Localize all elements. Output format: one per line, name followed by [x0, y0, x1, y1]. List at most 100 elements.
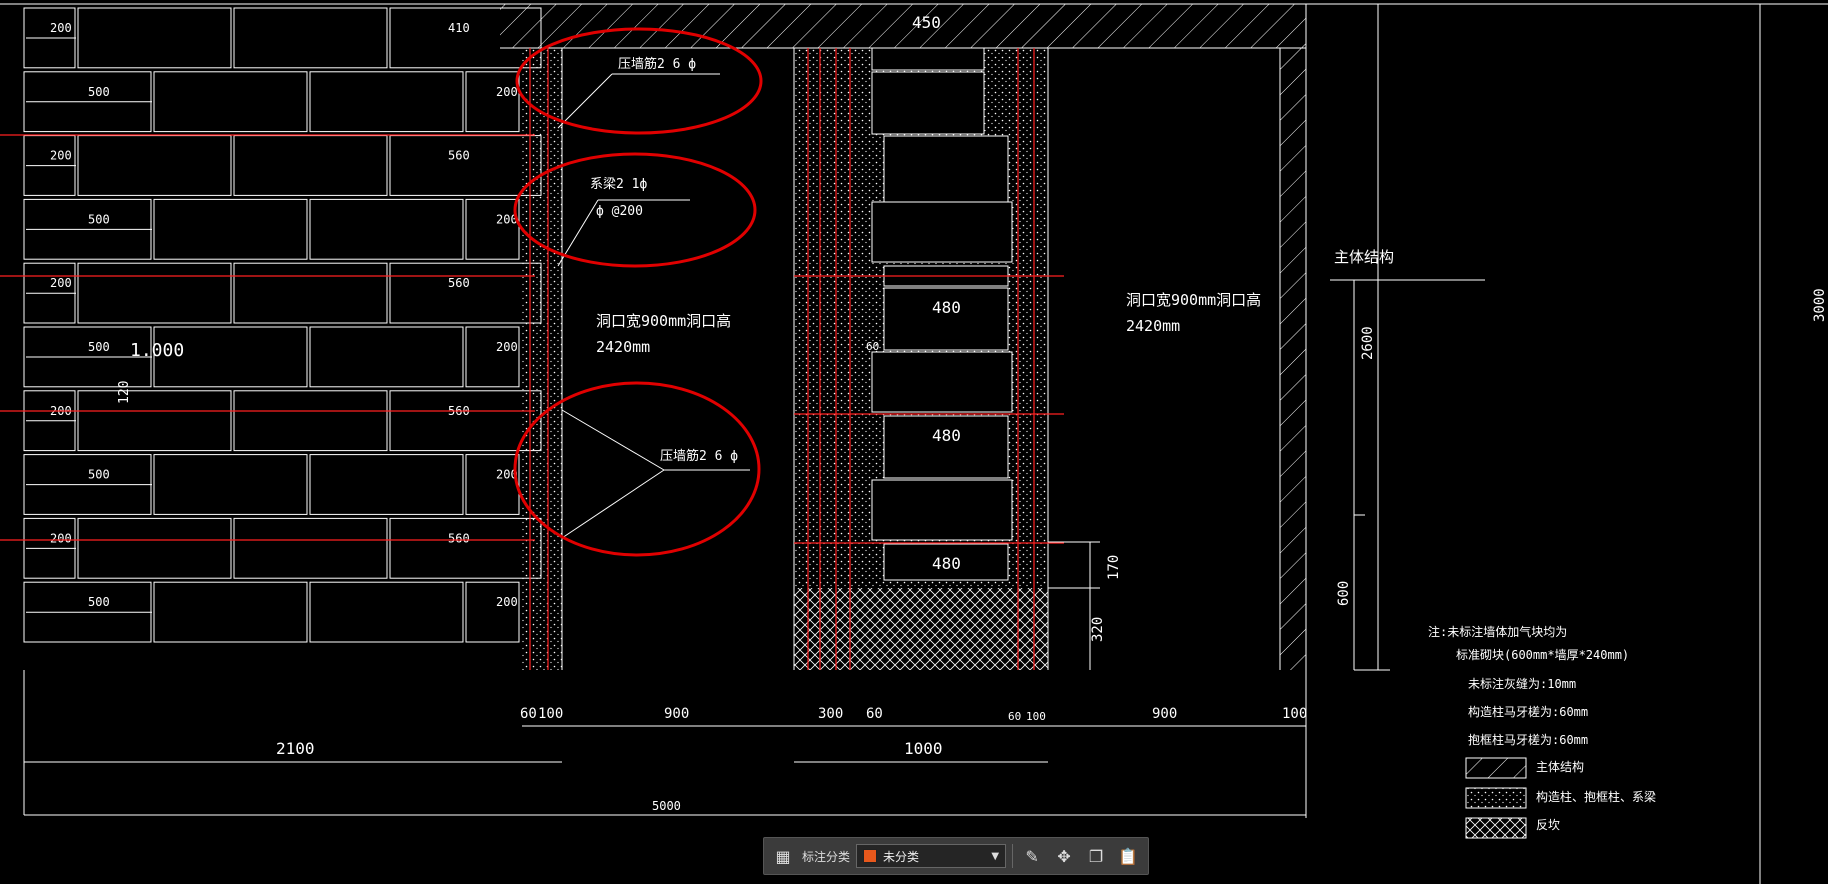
tie-bar-top-label: 压墙筋2 6 ф	[618, 56, 696, 72]
note-2: 标准砌块(600mm*墙厚*240mm)	[1456, 648, 1629, 662]
wall-block	[389, 517, 542, 579]
toolbar-separator	[1012, 844, 1014, 868]
wall-block	[389, 390, 542, 452]
chevron-down-icon: ▼	[991, 850, 1000, 862]
wall-block-label: 500	[88, 595, 110, 609]
wall-block-label: 200	[496, 85, 518, 99]
column-block-1: 480	[932, 298, 961, 317]
cad-drawing: 200 410 500 200 200 560 500 200 200 560 500 200 200 5…	[0, 3, 1828, 884]
right-structure-wall	[1280, 48, 1306, 670]
wall-block	[233, 135, 388, 196]
opening2-label-2: 2420mm	[1126, 317, 1180, 335]
svg-text:300: 300	[818, 706, 843, 722]
category-swatch	[863, 849, 878, 863]
tie-beam-spacing-label: ф @200	[596, 204, 643, 219]
wall-block	[389, 262, 542, 324]
height-320: 320	[1090, 617, 1106, 642]
wall-block	[77, 262, 232, 324]
note-5: 抱框柱马牙槎为:60mm	[1468, 732, 1588, 747]
wall-block	[465, 326, 520, 388]
note-3: 未标注灰缝为:10mm	[1468, 676, 1576, 691]
main-structure-label: 主体结构	[1334, 248, 1394, 266]
copy-icon[interactable]: ❐	[1083, 843, 1109, 869]
tie-bar-bottom-label: 压墙筋2 6 ф	[660, 448, 738, 464]
column-block-2: 480	[932, 426, 961, 445]
grid-icon[interactable]: ▦	[770, 843, 796, 869]
wall-block	[233, 517, 388, 579]
svg-text:100: 100	[1282, 706, 1307, 722]
legend-swatch-cross	[1465, 817, 1527, 839]
notes-block: 注:未标注墙体加气块均为 标准砌块(600mm*墙厚*240mm) 未标注灰缝为…	[1428, 624, 1656, 832]
wall-block-label: 500	[88, 468, 110, 482]
svg-text:60: 60	[520, 706, 537, 722]
wall-block	[465, 198, 520, 260]
wall-block-label: 200	[50, 21, 72, 35]
wall-block	[309, 581, 464, 643]
edit-icon[interactable]: ✎	[1019, 843, 1045, 869]
opening1-label-1: 洞口宽900mm洞口高	[596, 312, 731, 330]
wall-block-label: 500	[88, 85, 110, 99]
wall-block-label: 500	[88, 212, 110, 226]
wall-block	[465, 581, 520, 643]
wall-block-label: 200	[496, 340, 518, 354]
wall-block	[309, 454, 464, 515]
block-wall: 200 410 500 200 200 560 500 200 200 560 500 200 200 5…	[23, 7, 542, 643]
span-total: 5000	[652, 799, 681, 813]
wall-block	[309, 198, 464, 260]
column-top-label: 450	[912, 13, 941, 32]
legend-label-2: 构造柱、抱框柱、系梁	[1536, 789, 1656, 804]
wall-block-label: 500	[88, 340, 110, 354]
svg-text:100: 100	[1026, 710, 1046, 723]
wall-block	[77, 135, 232, 196]
note-4: 构造柱马牙槎为:60mm	[1468, 704, 1588, 719]
elevation-sub: 120	[117, 381, 132, 404]
wall-block-label: 200	[50, 531, 72, 545]
paste-icon[interactable]: 📋	[1115, 843, 1141, 869]
dimension-texts: 60 100 900 300 60 60 100 900 100 2100 10…	[276, 288, 1828, 813]
height-170: 170	[1106, 555, 1122, 580]
wall-block	[153, 71, 308, 133]
wall-block	[153, 581, 308, 643]
opening1-label-2: 2420mm	[596, 338, 650, 356]
move-icon[interactable]: ✥	[1051, 843, 1077, 869]
column-gap-label: 60	[866, 340, 879, 353]
height-3000: 3000	[1812, 288, 1828, 322]
category-select[interactable]: 未分类 ▼	[856, 844, 1007, 868]
height-600: 600	[1336, 581, 1352, 606]
wall-block-label: 560	[448, 149, 470, 163]
legend-label-1: 主体结构	[1536, 759, 1584, 774]
wall-block	[77, 517, 232, 579]
svg-text:900: 900	[1152, 706, 1177, 722]
wall-block	[389, 135, 542, 196]
elevation-mark: 1.000	[130, 340, 184, 361]
column-block-3: 480	[932, 554, 961, 573]
tie-beam-label: 系梁2 1ф	[590, 177, 647, 192]
opening2-label-1: 洞口宽900mm洞口高	[1126, 291, 1261, 309]
svg-text:900: 900	[664, 706, 689, 722]
wall-block-label: 200	[50, 276, 72, 290]
left-frame-column	[522, 48, 562, 670]
wall-block-label: 410	[448, 21, 470, 35]
legend-label-3: 反坎	[1536, 818, 1560, 832]
legend-swatch-hatch	[1465, 757, 1527, 779]
wall-block	[153, 198, 308, 260]
wall-block-label: 200	[50, 149, 72, 163]
annotation-toolbar: ▦ 标注分类 未分类 ▼ ✎ ✥ ❐ 📋	[763, 837, 1149, 875]
wall-block-label: 560	[448, 531, 470, 545]
svg-text:60: 60	[866, 706, 883, 722]
wall-block-label: 200	[496, 595, 518, 609]
top-slab	[500, 4, 1306, 48]
wall-block-label: 560	[448, 276, 470, 290]
wall-block	[77, 7, 232, 69]
wall-block	[309, 71, 464, 133]
svg-text:100: 100	[538, 706, 563, 722]
wall-block	[465, 454, 520, 515]
wall-block	[309, 326, 464, 388]
height-2600: 2600	[1360, 326, 1376, 360]
category-value: 未分类	[883, 849, 920, 864]
span-1000: 1000	[904, 739, 943, 758]
note-1: 注:未标注墙体加气块均为	[1428, 624, 1567, 639]
wall-block	[77, 390, 232, 452]
wall-block	[465, 71, 520, 133]
wall-block	[233, 390, 388, 452]
